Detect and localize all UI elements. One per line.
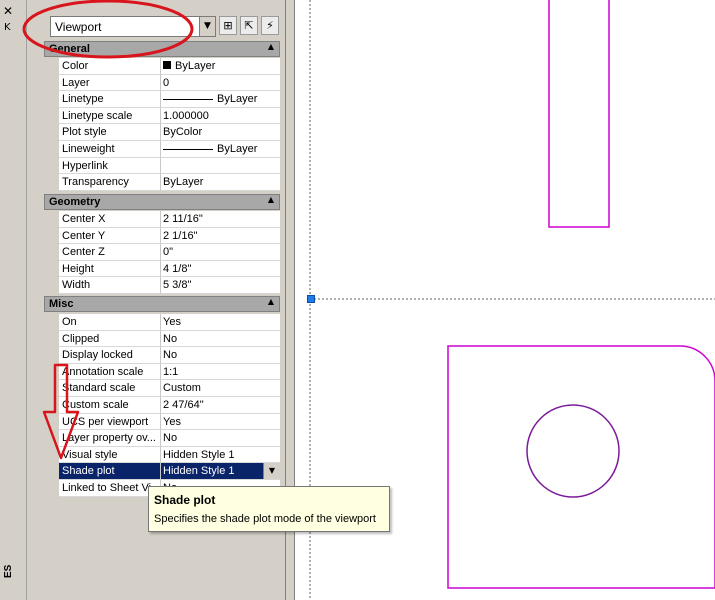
slot-rectangle: [548, 0, 610, 228]
plate-outline: [447, 345, 715, 589]
annotation-ellipse: [22, 0, 194, 59]
tooltip: Shade plot Specifies the shade plot mode…: [148, 486, 390, 532]
annotation-arrow-icon: [42, 363, 80, 460]
hole-circle: [526, 404, 620, 498]
tooltip-title: Shade plot: [154, 493, 216, 507]
tooltip-description: Specifies the shade plot mode of the vie…: [154, 513, 376, 525]
viewport-grip-icon[interactable]: [307, 295, 315, 303]
